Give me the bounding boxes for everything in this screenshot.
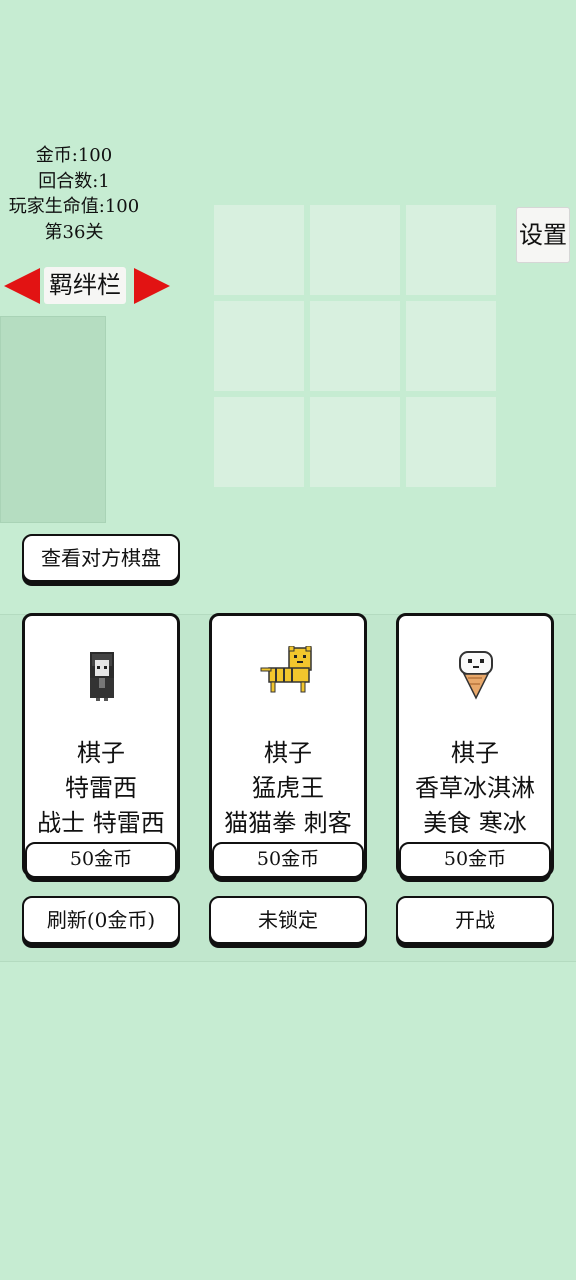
tiger-sprite-icon <box>260 646 312 693</box>
card-traits: 美食 寒冰 <box>423 809 527 837</box>
board-cell[interactable] <box>406 301 496 391</box>
game-board <box>214 205 498 489</box>
ice-cream-sprite-icon <box>459 651 493 700</box>
board-cell[interactable] <box>310 301 400 391</box>
lock-toggle-button[interactable]: 未锁定 <box>209 896 367 944</box>
next-bond-arrow-icon[interactable] <box>134 268 170 304</box>
card-price-button[interactable]: 50金币 <box>212 842 364 878</box>
board-cell[interactable] <box>310 397 400 487</box>
bond-bar-label: 羁绊栏 <box>44 267 126 304</box>
view-opponent-board-button[interactable]: 查看对方棋盘 <box>22 534 180 582</box>
shop-card-vanilla-ice-cream[interactable]: 棋子 香草冰淇淋 美食 寒冰 50金币 <box>396 613 554 878</box>
prev-bond-arrow-icon[interactable] <box>4 268 40 304</box>
level-text: 第36关 <box>44 221 104 243</box>
card-price-button[interactable]: 50金币 <box>25 842 177 878</box>
gold-text: 金币:100 <box>35 145 113 166</box>
board-cell[interactable] <box>406 397 496 487</box>
board-cell[interactable] <box>310 205 400 295</box>
card-name: 猛虎王 <box>252 774 324 802</box>
shop-card-tracy[interactable]: 棋子 特雷西 战士 特雷西 50金币 <box>22 613 180 878</box>
settings-button[interactable]: 设置 <box>516 207 570 263</box>
card-name: 特雷西 <box>65 774 137 802</box>
card-price-button[interactable]: 50金币 <box>399 842 551 878</box>
bond-panel <box>0 316 106 523</box>
card-traits: 战士 特雷西 <box>37 809 165 837</box>
card-type-label: 棋子 <box>451 739 499 767</box>
stats-panel: 金币:100 回合数:1 玩家生命值:100 第36关 <box>0 143 148 245</box>
card-name: 香草冰淇淋 <box>415 774 535 802</box>
board-cell[interactable] <box>214 205 304 295</box>
board-cell[interactable] <box>214 301 304 391</box>
round-text: 回合数:1 <box>38 170 110 192</box>
card-traits: 猫猫拳 刺客 <box>224 809 352 837</box>
shop-card-tiger-king[interactable]: 棋子 猛虎王 猫猫拳 刺客 50金币 <box>209 613 367 878</box>
refresh-button[interactable]: 刷新(0金币) <box>22 896 180 944</box>
board-cell[interactable] <box>406 205 496 295</box>
card-type-label: 棋子 <box>77 739 125 767</box>
board-cell[interactable] <box>214 397 304 487</box>
player-hp-text: 玩家生命值:100 <box>8 196 140 217</box>
hooded-girl-sprite-icon <box>90 652 114 701</box>
card-type-label: 棋子 <box>264 739 312 767</box>
start-battle-button[interactable]: 开战 <box>396 896 554 944</box>
